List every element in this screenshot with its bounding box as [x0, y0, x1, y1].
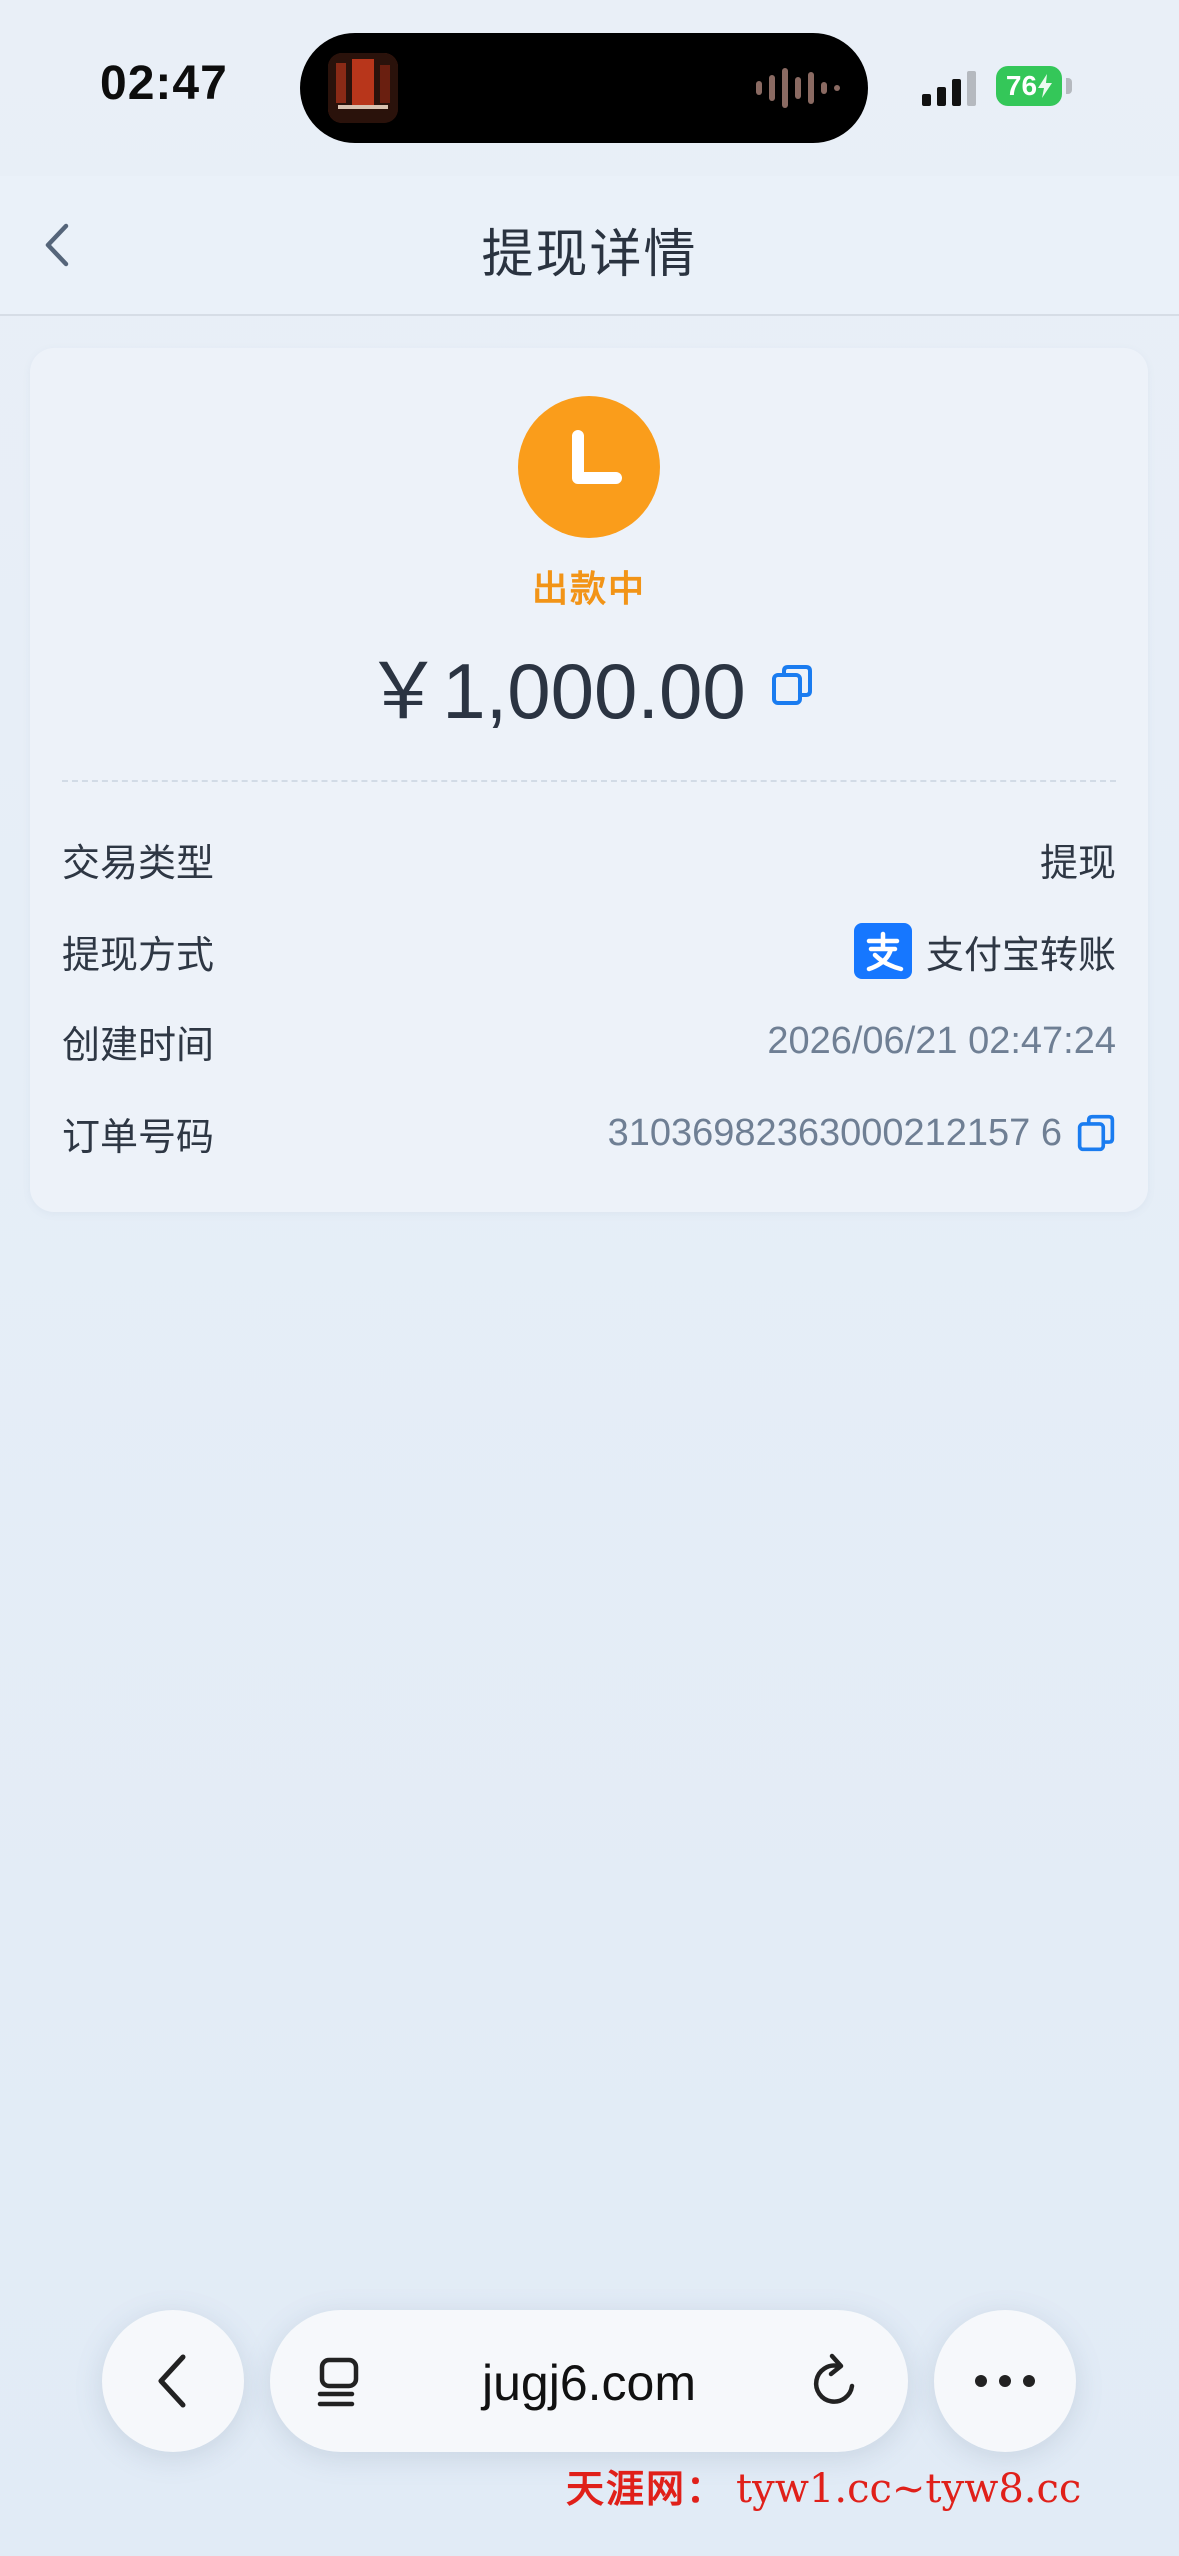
detail-row-type: 交易类型 提现 — [62, 824, 1116, 894]
dashed-divider — [62, 780, 1116, 782]
status-bar: 02:47 76 — [0, 0, 1179, 176]
battery-tip — [1066, 78, 1072, 94]
nav-bar: 提现详情 — [0, 176, 1179, 316]
dynamic-island[interactable] — [300, 33, 868, 143]
detail-label: 提现方式 — [62, 934, 215, 977]
detail-value: 支付宝转账 — [925, 934, 1116, 977]
more-icon — [975, 2375, 1035, 2387]
battery-charging-icon: 76 — [996, 66, 1062, 106]
address-bar[interactable]: jugj6.com — [270, 2310, 908, 2452]
page-title: 提现详情 — [481, 226, 698, 284]
more-button[interactable] — [934, 2310, 1076, 2452]
copy-icon — [771, 665, 812, 705]
detail-label: 订单号码 — [62, 1116, 215, 1159]
battery-level: 76 — [1005, 70, 1038, 101]
detail-row-order: 订单号码 31036982363000212157 6 — [62, 1098, 1116, 1168]
browser-back-button[interactable] — [102, 2310, 244, 2452]
alipay-icon — [853, 923, 912, 979]
detail-row-method: 提现方式 支付宝转账 — [62, 916, 1116, 986]
chevron-left-icon — [158, 2354, 186, 2408]
detail-label: 交易类型 — [62, 842, 215, 885]
amount-value: ￥1,000.00 — [364, 647, 746, 735]
amount-row: ￥1,000.00 — [30, 630, 1148, 740]
watermark-sites: tyw1.cc~tyw8.cc — [736, 2466, 1082, 2512]
detail-row-created: 创建时间 2026/06/21 02:47:24 — [62, 1006, 1116, 1076]
detail-value: 提现 — [1039, 842, 1116, 885]
watermark-name: 天涯网： — [566, 2466, 727, 2511]
copy-amount-button[interactable] — [770, 663, 814, 707]
cellular-signal-icon — [922, 70, 976, 106]
status-label: 出款中 — [531, 568, 646, 609]
copy-icon — [1077, 1114, 1115, 1152]
withdrawal-detail-card: 出款中 ￥1,000.00 交易类型 提现 提现方式 支付宝转账 创建时间 20… — [30, 348, 1148, 1212]
detail-value: 2026/06/21 02:47:24 — [767, 1019, 1116, 1062]
detail-value-wrap: 31036982363000212157 6 — [608, 1112, 1116, 1155]
audio-waveform-icon — [756, 67, 840, 109]
status-time: 02:47 — [100, 57, 228, 110]
copy-order-button[interactable] — [1076, 1113, 1116, 1153]
order-number: 31036982363000212157 6 — [607, 1111, 1062, 1154]
clock-icon — [518, 396, 660, 538]
reload-icon[interactable] — [808, 2352, 864, 2415]
detail-value-wrap: 支付宝转账 — [853, 923, 1116, 979]
watermark: 天涯网： tyw1.cc~tyw8.cc — [566, 2458, 1081, 2513]
now-playing-thumbnail[interactable] — [328, 53, 398, 123]
detail-label: 创建时间 — [62, 1024, 215, 1067]
